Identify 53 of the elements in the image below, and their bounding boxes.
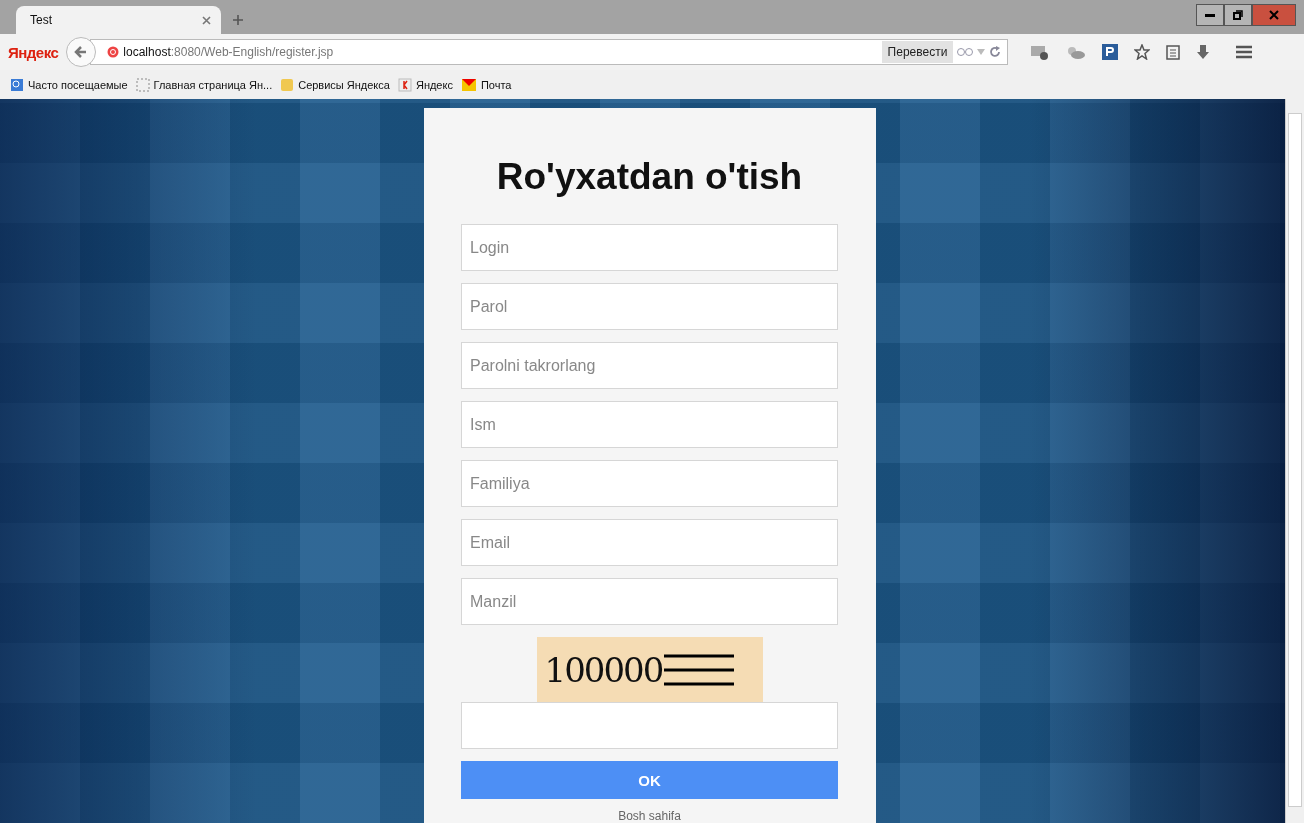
site-icon [107,46,120,59]
star-icon[interactable] [1134,44,1151,61]
tab-title: Test [30,13,52,28]
bookmark-link[interactable]: Сервисы Яндекса [280,77,390,92]
home-link[interactable]: Bosh sahifa [618,809,681,823]
download-icon[interactable] [1196,44,1211,61]
close-icon [1269,10,1279,20]
url-host: localhost [123,45,171,60]
input-field[interactable]: Manzil [461,578,838,625]
input-field[interactable]: Ism [461,401,838,448]
browser-tab[interactable]: Test [16,6,221,35]
folder-icon [280,77,295,92]
bookmark-label: Яндекс [415,78,453,91]
menu-icon[interactable] [1236,45,1253,60]
scrollbar[interactable] [1285,99,1304,823]
url-path: :8080/Web-English/register.jsp [170,45,334,60]
translate-button[interactable]: Перевести [881,41,954,64]
bookmark-label: Почта [480,78,512,91]
input-field[interactable]: Email [461,519,838,566]
restore-button[interactable] [1224,4,1252,26]
bookmark-link[interactable]: Главная страница Ян... [135,77,273,92]
search-icon [10,77,24,92]
yandex-icon [397,77,412,92]
minimize-icon [1205,13,1215,17]
captcha-input[interactable] [461,702,838,749]
clipboard-icon[interactable] [1166,44,1181,61]
bookmark-label: Главная страница Ян... [153,78,273,91]
back-arrow-icon [74,45,89,60]
extension-icon[interactable] [1102,44,1119,61]
form-title: Ro'yxatdan o'tish [496,156,803,198]
blank-page-icon [135,77,150,92]
browser-logo[interactable]: Яндекс [8,43,59,61]
input-field[interactable]: Login [461,224,838,271]
mail-icon [460,77,477,92]
bookmark-label: Часто посещаемые [28,78,128,91]
close-button[interactable] [1252,4,1296,26]
captcha-text: 100000 [544,649,663,690]
bookmark-link[interactable]: Яндекс [397,77,453,92]
input-field[interactable]: Parol [461,283,838,330]
close-tab-icon[interactable] [202,15,211,25]
bookmark-link[interactable]: Часто посещаемые [10,77,128,92]
bookmark-label: Сервисы Яндекса [298,78,390,91]
input-field[interactable]: Parolni takrorlang [461,342,838,389]
new-tab-icon[interactable] [233,15,243,26]
reload-icon[interactable] [989,46,1002,59]
bookmark-link[interactable]: Почта [460,77,512,92]
restore-icon [1233,10,1243,20]
glasses-icon[interactable] [957,47,974,58]
address-bar[interactable]: localhost:8080/Web-English/register.jsp Перевести [90,39,1009,66]
mail-icon[interactable] [1030,44,1049,61]
input-field[interactable]: Familiya [461,460,838,507]
minimize-button[interactable] [1196,4,1224,26]
back-button[interactable] [66,37,97,68]
